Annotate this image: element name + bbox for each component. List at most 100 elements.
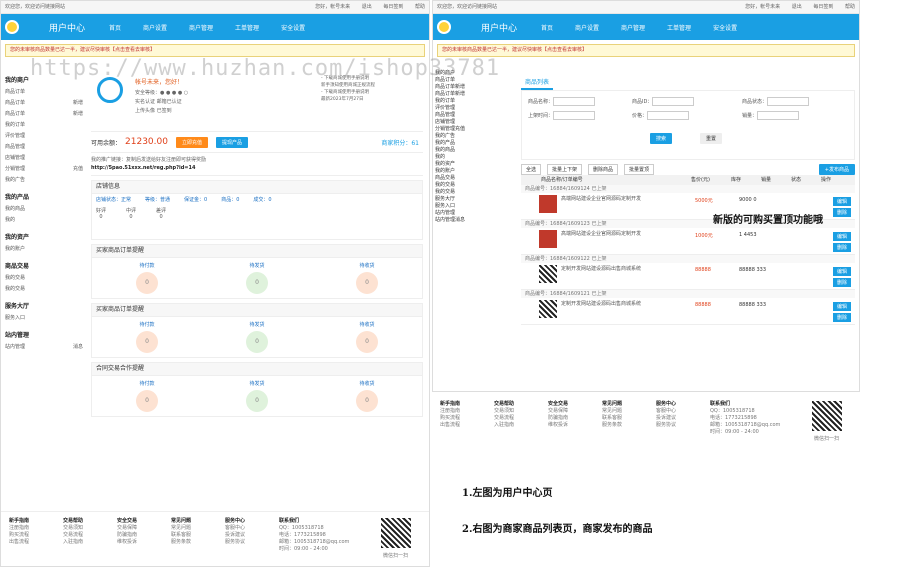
- footer-link[interactable]: 交易须知: [494, 408, 514, 415]
- sidebar-item[interactable]: 站内管理消息: [435, 216, 515, 223]
- footer-link[interactable]: 邮箱：1005318718@qq.com: [710, 422, 780, 429]
- sidebar-item[interactable]: 商品订单新增: [5, 98, 83, 109]
- sidebar-item[interactable]: 我的交易: [435, 188, 515, 195]
- sidebar-item[interactable]: 我的广告: [5, 175, 83, 186]
- logout-link[interactable]: 退出: [362, 4, 372, 10]
- footer-link[interactable]: 购买流程: [440, 415, 460, 422]
- help-link[interactable]: 帮助: [415, 4, 425, 10]
- footer-link[interactable]: 联系客服: [171, 532, 191, 539]
- nav-merchant-manage[interactable]: 商户管理: [621, 23, 645, 32]
- sidebar-item[interactable]: 我的广告: [435, 132, 515, 139]
- pending-pay[interactable]: 待付款 0: [136, 380, 158, 412]
- product-thumbnail[interactable]: [539, 300, 557, 318]
- nav-home[interactable]: 首页: [541, 23, 553, 32]
- batch-shelf-button[interactable]: 批量上下架: [547, 163, 583, 175]
- footer-link[interactable]: 防骗指南: [117, 532, 137, 539]
- sidebar-item[interactable]: 我的账户: [435, 167, 515, 174]
- tab-product-list[interactable]: 商品列表: [521, 75, 554, 90]
- sidebar-item[interactable]: 商品订单新增: [435, 83, 515, 90]
- price-input[interactable]: [647, 111, 690, 120]
- verify-status[interactable]: 实名认证 邮箱已认证: [135, 98, 188, 107]
- delete-button[interactable]: 删除: [832, 278, 851, 287]
- footer-link[interactable]: QQ：1005318718: [710, 408, 780, 415]
- footer-link[interactable]: 服务协议: [225, 539, 245, 546]
- sidebar-item[interactable]: 商品订单: [5, 87, 83, 98]
- footer-link[interactable]: 服务协议: [656, 422, 676, 429]
- nav-tickets[interactable]: 工单管理: [235, 23, 259, 32]
- pending-ship[interactable]: 待发货 0: [246, 380, 268, 412]
- sidebar-item[interactable]: 评价管理: [5, 131, 83, 142]
- nav-tickets[interactable]: 工单管理: [667, 23, 691, 32]
- delete-button[interactable]: 删除: [832, 208, 851, 217]
- pending-receive[interactable]: 待收货 0: [356, 262, 378, 294]
- product-title[interactable]: 定制开发网站建设源码出售商城系统: [561, 265, 681, 272]
- footer-link[interactable]: 交易保障: [548, 408, 568, 415]
- sidebar-item[interactable]: 商品订单新增: [435, 90, 515, 97]
- search-button[interactable]: 搜索: [650, 133, 673, 144]
- sidebar-item[interactable]: 我的交易: [435, 181, 515, 188]
- sidebar-item[interactable]: 商品管理: [5, 142, 83, 153]
- product-thumbnail[interactable]: [539, 230, 557, 248]
- nav-merchant-settings[interactable]: 商户设置: [575, 23, 599, 32]
- sidebar-item[interactable]: 我的订单: [5, 120, 83, 131]
- nav-security[interactable]: 安全设置: [281, 23, 305, 32]
- topbar-user-link[interactable]: 您好，帐号未来: [315, 4, 350, 10]
- nav-security[interactable]: 安全设置: [713, 23, 737, 32]
- delete-products-button[interactable]: 删除商品: [588, 163, 619, 175]
- footer-link[interactable]: 出售流程: [440, 422, 460, 429]
- footer-link[interactable]: 服务条款: [171, 539, 191, 546]
- nav-home[interactable]: 首页: [109, 23, 121, 32]
- profile-actions[interactable]: 上传头像 已签到: [135, 107, 188, 116]
- site-logo[interactable]: [5, 17, 43, 37]
- sidebar-item[interactable]: 我的: [5, 215, 83, 226]
- product-title[interactable]: 高端网站建设企业官网源码定制开发: [561, 230, 681, 237]
- topbar-user-link[interactable]: 您好，帐号未来: [745, 4, 780, 10]
- sidebar-item[interactable]: 我的商品: [5, 204, 83, 215]
- footer-link[interactable]: 交易流程: [63, 532, 83, 539]
- product-thumbnail[interactable]: [539, 265, 557, 283]
- sidebar-item[interactable]: 我的交易: [5, 273, 83, 284]
- status-select[interactable]: [767, 97, 810, 106]
- sidebar-item[interactable]: 服务入口: [435, 202, 515, 209]
- product-title[interactable]: 高端网站建设企业官网源码定制开发: [561, 195, 681, 202]
- footer-link[interactable]: 服务条款: [602, 422, 622, 429]
- edit-button[interactable]: 编辑: [832, 302, 851, 311]
- footer-link[interactable]: 投诉建议: [656, 415, 676, 422]
- pending-pay[interactable]: 待付款 0: [136, 262, 158, 294]
- sidebar-item[interactable]: 我的交易: [5, 284, 83, 295]
- footer-link[interactable]: 注册指南: [9, 525, 29, 532]
- footer-link[interactable]: 入驻指南: [63, 539, 83, 546]
- sidebar-item[interactable]: 我的账户: [5, 244, 83, 255]
- name-input[interactable]: [553, 97, 596, 106]
- footer-link[interactable]: 维权投诉: [117, 539, 137, 546]
- sidebar-item[interactable]: 店铺管理: [5, 153, 83, 164]
- pending-receive[interactable]: 待收货 0: [356, 380, 378, 412]
- footer-link[interactable]: 入驻指南: [494, 422, 514, 429]
- edit-button[interactable]: 编辑: [832, 197, 851, 206]
- checkin-link[interactable]: 每日签到: [813, 4, 833, 10]
- pending-receive[interactable]: 待收货 0: [356, 321, 378, 353]
- edit-button[interactable]: 编辑: [832, 267, 851, 276]
- footer-link[interactable]: 交易保障: [117, 525, 137, 532]
- batch-top-button[interactable]: 批量置顶: [624, 163, 655, 175]
- sidebar-item[interactable]: 分销管理充值: [435, 125, 515, 132]
- footer-link[interactable]: 交易流程: [494, 415, 514, 422]
- sidebar-item[interactable]: 我的商品: [435, 146, 515, 153]
- product-title[interactable]: 定制开发网站建设源码出售商城系统: [561, 300, 681, 307]
- footer-link[interactable]: 常见问题: [602, 408, 622, 415]
- sidebar-item[interactable]: 我的订单: [435, 97, 515, 104]
- announcement-item[interactable]: 新手须知使用商城正规流程: [321, 82, 421, 89]
- footer-link[interactable]: 注册指南: [440, 408, 460, 415]
- footer-link[interactable]: 时间：09:00 - 24:00: [710, 429, 780, 436]
- nav-merchant-settings[interactable]: 商户设置: [143, 23, 167, 32]
- pending-ship[interactable]: 待发货 0: [246, 321, 268, 353]
- footer-link[interactable]: 购买流程: [9, 532, 29, 539]
- sidebar-item[interactable]: 我的: [435, 153, 515, 160]
- withdraw-button[interactable]: 提现产品: [215, 136, 248, 148]
- footer-link[interactable]: QQ：1005318718: [279, 525, 349, 532]
- nav-merchant-manage[interactable]: 商户管理: [189, 23, 213, 32]
- promo-link-url[interactable]: http://5pao.51xxx.net/reg.php?id=14: [91, 165, 195, 171]
- footer-link[interactable]: 交易须知: [63, 525, 83, 532]
- footer-link[interactable]: 联系客服: [602, 415, 622, 422]
- sidebar-item[interactable]: 评价管理: [435, 104, 515, 111]
